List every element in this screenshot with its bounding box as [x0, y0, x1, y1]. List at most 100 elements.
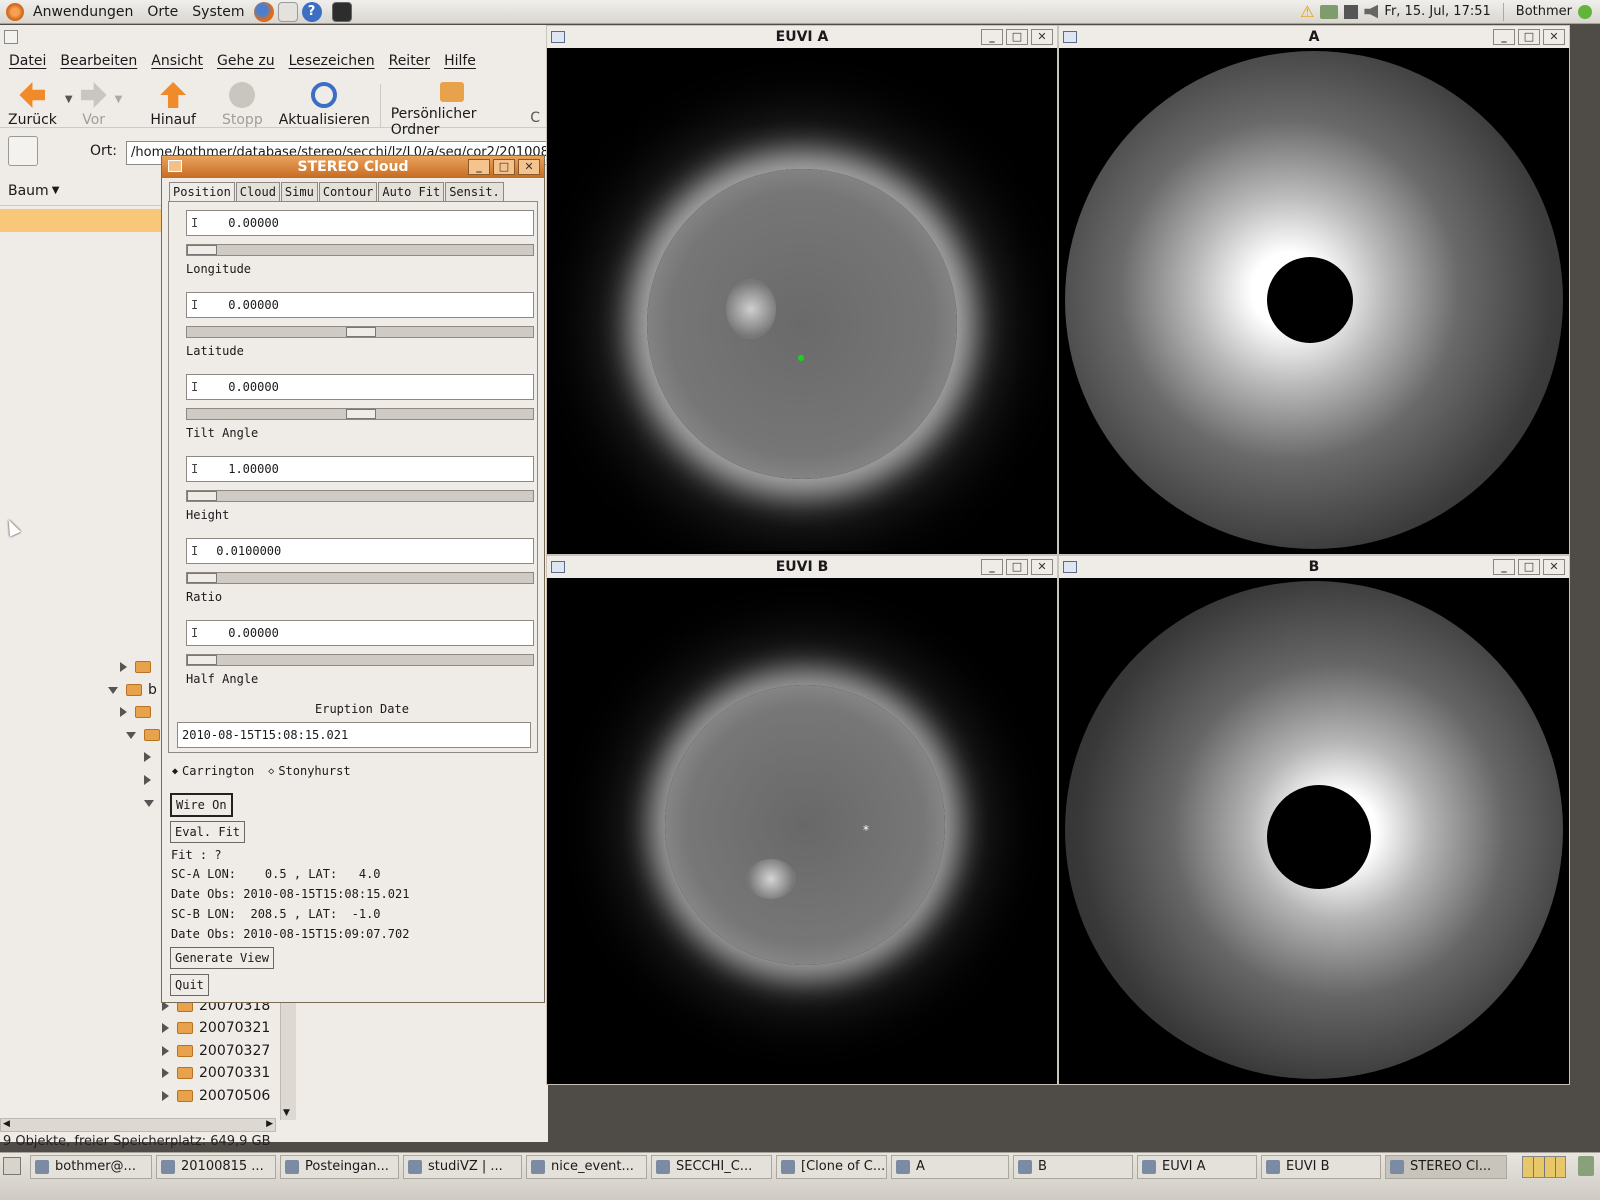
slider-thumb[interactable]	[346, 409, 376, 419]
close-button[interactable]: ✕	[1543, 29, 1565, 45]
carrington-label[interactable]: Carrington	[182, 764, 254, 778]
tab-cloud[interactable]: Cloud	[235, 182, 280, 201]
up-button[interactable]: Hinauf	[142, 80, 204, 130]
expander-icon[interactable]	[144, 775, 151, 785]
ubuntu-logo-icon[interactable]	[6, 2, 24, 21]
stonyhurst-label[interactable]: Stonyhurst	[278, 764, 350, 778]
tree-scrollbar-horizontal[interactable]: ◀ ▶	[0, 1118, 276, 1132]
param-value-field[interactable]: I 0.0100000	[186, 538, 534, 564]
expander-icon[interactable]	[162, 1068, 169, 1078]
menu-help[interactable]: Hilfe	[437, 53, 483, 69]
taskbar-item[interactable]: 20100815 ...	[156, 1155, 276, 1179]
terminal-icon[interactable]	[331, 1, 352, 22]
param-value-field[interactable]: I 0.00000	[186, 292, 534, 318]
tree-row[interactable]: 20070506	[162, 1085, 322, 1107]
sidebar-mode-select[interactable]: Baum ▼	[0, 176, 165, 206]
close-button[interactable]: ✕	[518, 159, 540, 175]
eruption-date-field[interactable]: 2010-08-15T15:08:15.021	[177, 722, 531, 748]
window-menu-icon[interactable]	[1063, 561, 1077, 573]
workspace-switcher[interactable]	[1522, 1156, 1566, 1178]
minimize-button[interactable]: _	[981, 29, 1003, 45]
slider-thumb[interactable]	[187, 573, 217, 583]
expander-icon[interactable]	[120, 662, 127, 672]
eval-fit-button[interactable]: Eval. Fit	[170, 821, 246, 843]
taskbar-item[interactable]: B	[1013, 1155, 1133, 1179]
close-button[interactable]: ✕	[1543, 559, 1565, 575]
mail-icon[interactable]	[277, 1, 298, 22]
expander-icon[interactable]	[162, 1023, 169, 1033]
tree-row[interactable]: 20070331	[162, 1062, 322, 1084]
expander-open-icon[interactable]	[144, 799, 154, 807]
window-menu-icon[interactable]	[168, 160, 182, 172]
back-history-chevron-icon[interactable]: ▼	[65, 94, 73, 105]
close-button[interactable]: ✕	[1031, 559, 1053, 575]
menu-bookmarks[interactable]: Lesezeichen	[282, 53, 382, 69]
edit-location-icon[interactable]	[8, 136, 38, 166]
expander-open-icon[interactable]	[108, 686, 118, 694]
euvi-a-titlebar[interactable]: EUVI A _ □ ✕	[547, 26, 1057, 48]
param-slider[interactable]	[186, 654, 534, 666]
taskbar-item[interactable]: nice_event...	[526, 1155, 647, 1179]
warning-icon[interactable]: ⚠	[1300, 2, 1314, 21]
generate-view-button[interactable]: Generate View	[170, 947, 274, 969]
scroll-down-icon[interactable]: ▼	[283, 1108, 290, 1118]
tab-sensitivity[interactable]: Sensit.	[445, 182, 504, 201]
taskbar-item[interactable]: studiVZ | ...	[403, 1155, 522, 1179]
cor2-b-image[interactable]	[1063, 579, 1565, 1081]
tree-row[interactable]: 20070321	[162, 1017, 322, 1039]
quit-button[interactable]: Quit	[170, 974, 209, 996]
show-desktop-icon[interactable]	[3, 1157, 21, 1175]
param-value-field[interactable]: I 0.00000	[186, 620, 534, 646]
expander-open-icon[interactable]	[126, 731, 136, 739]
trash-icon[interactable]	[1578, 1156, 1594, 1176]
help-icon[interactable]: ?	[301, 1, 322, 22]
cor2-a-titlebar[interactable]: A _ □ ✕	[1059, 26, 1569, 48]
selected-tree-row[interactable]	[0, 209, 165, 232]
slider-thumb[interactable]	[187, 245, 217, 255]
tab-auto-fit[interactable]: Auto Fit	[378, 182, 445, 201]
maximize-button[interactable]: □	[1518, 559, 1540, 575]
param-slider[interactable]	[186, 326, 534, 338]
minimize-button[interactable]: _	[1493, 559, 1515, 575]
minimize-button[interactable]: _	[1493, 29, 1515, 45]
reload-button[interactable]: Aktualisieren	[271, 80, 378, 130]
maximize-button[interactable]: □	[1006, 29, 1028, 45]
taskbar-item[interactable]: EUVI B	[1261, 1155, 1381, 1179]
taskbar-item[interactable]: EUVI A	[1137, 1155, 1257, 1179]
tab-simu[interactable]: Simu	[280, 182, 318, 201]
menu-file[interactable]: Datei	[2, 53, 53, 69]
taskbar-item[interactable]: [Clone of C...	[776, 1155, 887, 1179]
taskbar-item[interactable]: Posteingan...	[280, 1155, 399, 1179]
euvi-b-titlebar[interactable]: EUVI B _ □ ✕	[547, 556, 1057, 578]
scroll-left-icon[interactable]: ◀	[3, 1119, 10, 1129]
taskbar-item[interactable]: bothmer@...	[30, 1155, 152, 1179]
menu-go[interactable]: Gehe zu	[210, 53, 282, 69]
menu-edit[interactable]: Bearbeiten	[53, 53, 144, 69]
user-name[interactable]: Bothmer	[1516, 4, 1572, 19]
stop-button[interactable]: Stopp	[214, 80, 271, 130]
carrington-radio-icon[interactable]: ◆	[172, 766, 178, 777]
forward-history-chevron-icon[interactable]: ▼	[115, 94, 123, 105]
maximize-button[interactable]: □	[1006, 559, 1028, 575]
menu-view[interactable]: Ansicht	[144, 53, 210, 69]
taskbar-item[interactable]: A	[891, 1155, 1009, 1179]
expander-icon[interactable]	[120, 707, 127, 717]
param-slider[interactable]	[186, 490, 534, 502]
slider-thumb[interactable]	[187, 655, 217, 665]
forward-button[interactable]: Vor	[73, 80, 115, 130]
slider-thumb[interactable]	[346, 327, 376, 337]
more-toolbar-label[interactable]: C	[522, 80, 548, 128]
close-button[interactable]: ✕	[1031, 29, 1053, 45]
window-menu-icon[interactable]	[551, 561, 565, 573]
expander-icon[interactable]	[162, 1091, 169, 1101]
cor2-b-titlebar[interactable]: B _ □ ✕	[1059, 556, 1569, 578]
status-online-icon[interactable]	[1578, 4, 1592, 19]
network-icon[interactable]	[1320, 4, 1339, 19]
expander-icon[interactable]	[162, 1046, 169, 1056]
minimize-button[interactable]: _	[981, 559, 1003, 575]
scroll-right-icon[interactable]: ▶	[266, 1119, 273, 1129]
expander-icon[interactable]	[144, 752, 151, 762]
volume-icon[interactable]	[1364, 4, 1379, 19]
window-menu-icon[interactable]	[4, 30, 18, 44]
slider-thumb[interactable]	[187, 491, 217, 501]
